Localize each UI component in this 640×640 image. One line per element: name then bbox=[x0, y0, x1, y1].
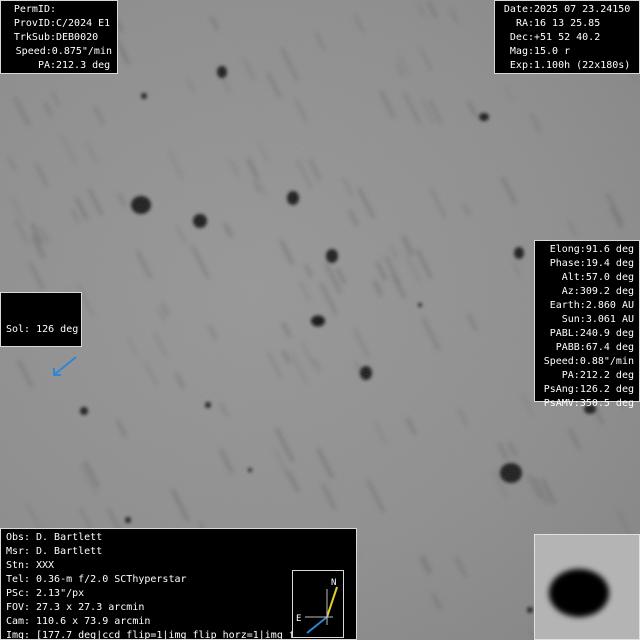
geometry-info-value: 2.860 AU bbox=[585, 300, 634, 311]
observation-info-value: 1.100h (22x180s) bbox=[534, 60, 631, 71]
object-info-value: 212.3 deg bbox=[56, 60, 111, 71]
object-info-row: ProvID: C/2024 E1 bbox=[6, 17, 112, 31]
geometry-info-key: PABL: bbox=[549, 328, 580, 339]
compass-north-label: N bbox=[331, 578, 336, 588]
object-info-row: PA: 212.3 deg bbox=[6, 59, 112, 73]
sun-direction-arrow-icon bbox=[53, 356, 77, 376]
geometry-info-row: PABL: 240.9 deg bbox=[540, 327, 634, 341]
observer-info-key: Cam: bbox=[6, 616, 31, 627]
geometry-info-value: 212.2 deg bbox=[579, 370, 634, 381]
geometry-info-value: 57.0 deg bbox=[585, 272, 634, 283]
sun-direction-label: Sol: 126 deg bbox=[6, 324, 79, 335]
geometry-info-key: Phase: bbox=[549, 258, 586, 269]
object-info-value: DEB0020 bbox=[56, 32, 99, 43]
geometry-info-row: Sun: 3.061 AU bbox=[540, 313, 634, 327]
object-info-key: TrkSub: bbox=[13, 32, 56, 43]
geometry-info-row: PsAMV: 350.5 deg bbox=[540, 397, 634, 411]
observer-info-value: XXX bbox=[36, 560, 55, 571]
geometry-info-panel: Elong: 91.6 deg Phase: 19.4 deg Alt: 57.0 … bbox=[534, 240, 640, 409]
object-info-key: ProvID: bbox=[13, 18, 56, 29]
geometry-info-value: 240.9 deg bbox=[579, 328, 634, 339]
target-thumbnail bbox=[534, 534, 640, 640]
geometry-info-key: Earth: bbox=[549, 300, 586, 311]
geometry-info-row: Alt: 57.0 deg bbox=[540, 271, 634, 285]
observation-info-panel: Date: 2025 07 23.24150 RA: 16 13 25.85 Dec… bbox=[494, 0, 640, 74]
observation-info-key: Date: bbox=[503, 4, 534, 15]
geometry-info-key: PsAng: bbox=[543, 384, 580, 395]
object-info-key: PA: bbox=[37, 60, 56, 71]
observer-info-value: 110.6 x 73.9 arcmin bbox=[36, 616, 151, 627]
geometry-info-row: Elong: 91.6 deg bbox=[540, 243, 634, 257]
object-info-panel: PermID: ProvID: C/2024 E1 TrkSub: DEB0020… bbox=[0, 0, 118, 74]
observer-info-value: 27.3 x 27.3 arcmin bbox=[36, 602, 145, 613]
object-info-row: TrkSub: DEB0020 bbox=[6, 31, 112, 45]
geometry-info-value: 3.061 AU bbox=[585, 314, 634, 325]
observation-info-row: Mag: 15.0 r bbox=[500, 45, 634, 59]
observer-info-value: [177.7 deg|ccd_flip=1|img_flip_horz=1|im… bbox=[36, 630, 301, 640]
geometry-info-value: 19.4 deg bbox=[585, 258, 634, 269]
geometry-info-value: 0.88"/min bbox=[579, 356, 634, 367]
observation-info-key: Dec: bbox=[509, 32, 534, 43]
geometry-info-value: 67.4 deg bbox=[585, 342, 634, 353]
astronomy-image-frame: PermID: ProvID: C/2024 E1 TrkSub: DEB0020… bbox=[0, 0, 640, 640]
geometry-info-key: Sun: bbox=[561, 314, 586, 325]
observer-info-row: Msr: D. Bartlett bbox=[6, 545, 351, 559]
geometry-info-key: Az: bbox=[561, 286, 580, 297]
observer-info-key: Tel: bbox=[6, 574, 31, 585]
geometry-info-value: 350.5 deg bbox=[579, 398, 634, 409]
observation-info-row: RA: 16 13 25.85 bbox=[500, 17, 634, 31]
geometry-info-key: Elong: bbox=[549, 244, 586, 255]
compass-east-arrow-icon bbox=[306, 616, 328, 634]
observation-info-value: +51 52 40.2 bbox=[534, 32, 601, 43]
observer-info-key: Msr: bbox=[6, 546, 31, 557]
geometry-info-row: PABB: 67.4 deg bbox=[540, 341, 634, 355]
observation-info-row: Exp: 1.100h (22x180s) bbox=[500, 59, 634, 73]
geometry-info-row: Earth: 2.860 AU bbox=[540, 299, 634, 313]
object-info-key: Speed: bbox=[15, 46, 52, 57]
geometry-info-key: Alt: bbox=[561, 272, 586, 283]
object-info-value: C/2024 E1 bbox=[56, 18, 111, 29]
geometry-info-key: PA: bbox=[561, 370, 580, 381]
observation-info-value: 16 13 25.85 bbox=[534, 18, 601, 29]
geometry-info-row: PA: 212.2 deg bbox=[540, 369, 634, 383]
compass-east-label: E bbox=[296, 614, 301, 624]
observer-info-key: FOV: bbox=[6, 602, 31, 613]
geometry-info-row: PsAng: 126.2 deg bbox=[540, 383, 634, 397]
observation-info-key: Exp: bbox=[509, 60, 534, 71]
object-info-row: Speed: 0.875"/min bbox=[6, 45, 112, 59]
geometry-info-row: Az: 309.2 deg bbox=[540, 285, 634, 299]
object-info-value: 0.875"/min bbox=[51, 46, 112, 57]
geometry-info-value: 126.2 deg bbox=[579, 384, 634, 395]
observation-info-row: Date: 2025 07 23.24150 bbox=[500, 3, 634, 17]
observer-info-value: D. Bartlett bbox=[36, 546, 103, 557]
geometry-info-row: Speed: 0.88"/min bbox=[540, 355, 634, 369]
object-info-key: PermID: bbox=[13, 4, 56, 15]
observer-info-key: Img: bbox=[6, 630, 31, 640]
observation-info-key: Mag: bbox=[509, 46, 534, 57]
thumbnail-target-blob bbox=[549, 569, 609, 617]
observation-info-key: RA: bbox=[515, 18, 534, 29]
geometry-info-key: Speed: bbox=[543, 356, 580, 367]
object-info-row: PermID: bbox=[6, 3, 112, 17]
observer-info-row: Obs: D. Bartlett bbox=[6, 531, 351, 545]
observation-info-value: 2025 07 23.24150 bbox=[534, 4, 631, 15]
observation-info-value: 15.0 r bbox=[534, 46, 571, 57]
observer-info-key: PSc: bbox=[6, 588, 31, 599]
sun-direction-panel: Sol: 126 deg bbox=[0, 292, 82, 376]
geometry-info-key: PsAMV: bbox=[543, 398, 580, 409]
observer-info-key: Stn: bbox=[6, 560, 31, 571]
observer-info-value: 2.13"/px bbox=[36, 588, 85, 599]
observer-info-value: 0.36-m f/2.0 SCThyperstar bbox=[36, 574, 187, 585]
geometry-info-row: Phase: 19.4 deg bbox=[540, 257, 634, 271]
observer-info-key: Obs: bbox=[6, 532, 31, 543]
geometry-info-key: PABB: bbox=[555, 342, 586, 353]
observer-info-value: D. Bartlett bbox=[36, 532, 103, 543]
observation-info-row: Dec: +51 52 40.2 bbox=[500, 31, 634, 45]
compass-north-arrow-icon bbox=[326, 586, 338, 618]
geometry-info-value: 309.2 deg bbox=[579, 286, 634, 297]
compass-rose: N E bbox=[292, 570, 344, 638]
geometry-info-value: 91.6 deg bbox=[585, 244, 634, 255]
